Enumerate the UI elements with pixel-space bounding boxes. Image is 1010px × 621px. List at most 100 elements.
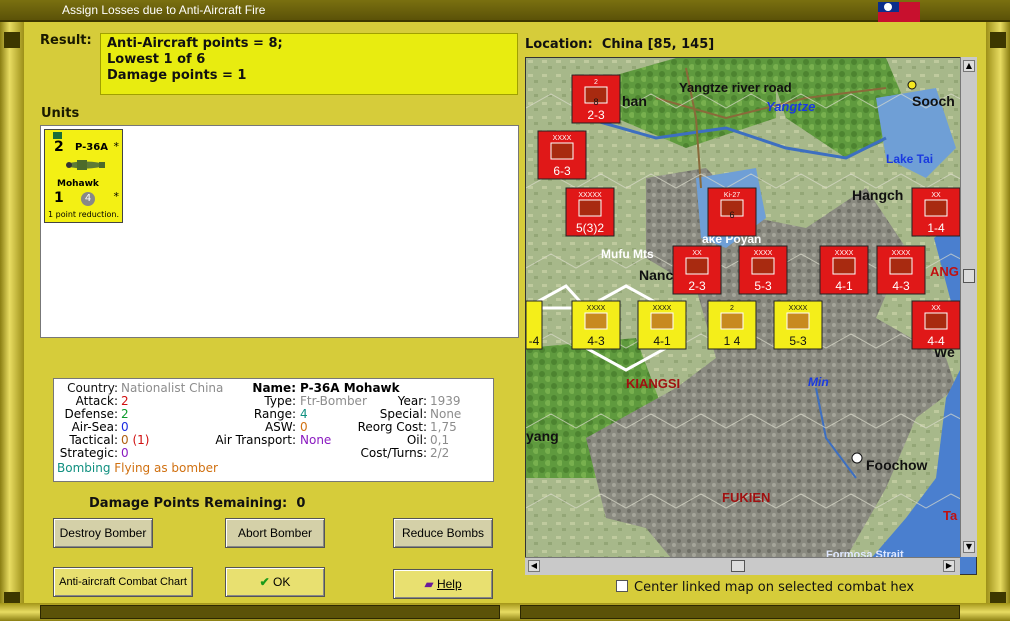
port-marker-foochow	[851, 452, 863, 464]
label-yangtze: Yangtze	[766, 99, 815, 114]
map-counter[interactable]: XXXX 4-1	[637, 300, 687, 350]
unit-star-bottom: *	[113, 190, 120, 203]
counter-strength-text: 1 4	[724, 334, 741, 348]
nationalist-china-flag-icon	[878, 2, 920, 22]
type-value: Ftr-Bomber	[300, 394, 367, 408]
unit-star-top: *	[113, 140, 120, 153]
map-counter[interactable]: XXXX 4-3	[571, 300, 621, 350]
window-frame-right	[986, 22, 1010, 621]
scroll-left-icon[interactable]: ◀	[528, 560, 540, 572]
counter-top-text: XXXX	[835, 250, 854, 257]
window-frame-bottom	[0, 603, 1010, 621]
label-yang: yang	[526, 428, 559, 444]
counter-strength-text: 4-4	[927, 334, 945, 348]
unit-card-p36a[interactable]: 2 P-36A * Mohawk 1 4 * 1 point reduction…	[44, 129, 123, 223]
counter-strength-text: 6-3	[553, 164, 571, 178]
label-fukien: FUKIEN	[722, 490, 770, 505]
location-label: Location:	[525, 37, 593, 52]
center-linked-map-checkbox[interactable]: Center linked map on selected combat hex	[616, 580, 914, 595]
counter-top-text: XXXX	[754, 250, 773, 257]
scroll-up-icon[interactable]: ▲	[963, 60, 975, 72]
unit-symbol-icon	[832, 257, 856, 275]
horizontal-scroll-thumb[interactable]	[731, 560, 745, 572]
map-counter[interactable]: XXXX 5-3	[738, 245, 788, 295]
help-button[interactable]: ▰ Help	[393, 569, 493, 599]
window-title: Assign Losses due to Anti-Aircraft Fire	[62, 3, 266, 17]
label-min: Min	[808, 375, 829, 389]
map-vertical-scrollbar[interactable]: ▲ ▼	[960, 57, 977, 557]
label-hangchow: Hangch	[852, 187, 903, 203]
destroy-bomber-button[interactable]: Destroy Bomber	[53, 518, 153, 548]
window-frame-left	[0, 22, 24, 621]
map-counter[interactable]: XX 1-4	[911, 187, 961, 237]
counter-top-text: XXXX	[653, 305, 672, 312]
result-line-lowest: Lowest 1 of 6	[107, 52, 206, 67]
damage-remaining-value: 0	[296, 496, 306, 511]
air-transport-label: Air Transport:	[215, 433, 296, 447]
tactical-value: 0	[121, 433, 129, 447]
unit-range-badge: 4	[81, 192, 95, 206]
counter-strength-text: 2-3	[587, 108, 605, 122]
flying-mode: Flying as bomber	[114, 461, 218, 475]
counter-top-text: XXXX	[892, 250, 911, 257]
scroll-right-icon[interactable]: ▶	[943, 560, 955, 572]
tactical-paren: (1)	[132, 433, 150, 447]
map-counter[interactable]: XX 4-4	[911, 300, 961, 350]
map-horizontal-scrollbar[interactable]: ◀ ▶	[525, 557, 960, 575]
counter-mid-text: 6	[729, 210, 734, 220]
map-counter[interactable]: -4	[526, 300, 543, 350]
map-counter[interactable]: 2 1 4	[707, 300, 757, 350]
checkmark-icon: ✔	[259, 575, 270, 589]
unit-symbol-icon	[751, 257, 775, 275]
scroll-down-icon[interactable]: ▼	[963, 541, 975, 553]
country-label: Country:	[67, 381, 118, 395]
checkbox-box[interactable]	[616, 580, 628, 592]
counter-strength-text: -4	[529, 334, 540, 348]
counter-top-text: XXXX	[789, 305, 808, 312]
counter-strength-text: 2-3	[688, 279, 706, 293]
unit-reduction-note: 1 point reduction.	[48, 210, 120, 219]
map-counter[interactable]: XXXX 4-3	[876, 245, 926, 295]
counter-strength-text: 4-1	[653, 334, 671, 348]
abort-bomber-button[interactable]: Abort Bomber	[225, 518, 325, 548]
units-list[interactable]: 2 P-36A * Mohawk 1 4 * 1 point reduction…	[40, 125, 519, 338]
map-counter[interactable]: XXXXX 5(3)2	[565, 187, 615, 237]
label-soochow: Sooch	[912, 93, 955, 109]
label-ang: ANG	[930, 264, 959, 279]
map-counter[interactable]: XXXX 5-3	[773, 300, 823, 350]
unit-info-panel: Country: Nationalist China Attack: 2 Def…	[53, 378, 494, 482]
aa-combat-chart-button[interactable]: Anti-aircraft Combat Chart	[53, 567, 193, 597]
fighter-plane-icon	[66, 160, 105, 170]
map-counter[interactable]: XX 2-3	[672, 245, 722, 295]
counter-top-text: Ki-27	[724, 192, 740, 199]
counter-top-text: XXXXX	[578, 192, 602, 199]
reduce-bombs-button[interactable]: Reduce Bombs	[393, 518, 493, 548]
unit-symbol-icon	[578, 199, 602, 217]
cost-value: 2/2	[430, 446, 450, 460]
ok-button-label: OK	[273, 575, 291, 589]
counter-top-text: XX	[931, 305, 941, 312]
map-counter[interactable]: Ki-27 6	[707, 187, 757, 237]
counter-top-text: 2	[730, 305, 734, 312]
help-button-label: Help	[436, 577, 462, 591]
label-mufu-mts: Mufu Mts	[601, 247, 654, 261]
counter-strength-text: 5-3	[789, 334, 807, 348]
label-han: han	[622, 93, 647, 109]
counter-strength-text: 5(3)2	[576, 221, 604, 235]
unit-symbol-icon	[924, 199, 948, 217]
vertical-scroll-thumb[interactable]	[963, 269, 975, 283]
damage-remaining: Damage Points Remaining: 0	[89, 496, 305, 511]
label-yangtze-road: Yangtze river road	[679, 80, 792, 95]
ok-button[interactable]: ✔ OK	[225, 567, 325, 597]
result-box: Anti-Aircraft points = 8; Lowest 1 of 6 …	[100, 33, 518, 95]
unit-symbol-icon	[889, 257, 913, 275]
counter-top-text: 2	[594, 79, 598, 86]
strategic-value: 0	[121, 446, 129, 460]
location-value: China [85, 145]	[601, 37, 715, 52]
map-counter[interactable]: 2 82-3	[571, 74, 621, 124]
map-counter[interactable]: XXXX 4-1	[819, 245, 869, 295]
map-counter[interactable]: XXXX 6-3	[537, 130, 587, 180]
hex-map[interactable]: Yangtze river road Yangtze Sooch Lake Ta…	[525, 57, 977, 575]
unit-symbol-icon	[720, 312, 744, 330]
nation-flag-icon	[53, 132, 62, 139]
